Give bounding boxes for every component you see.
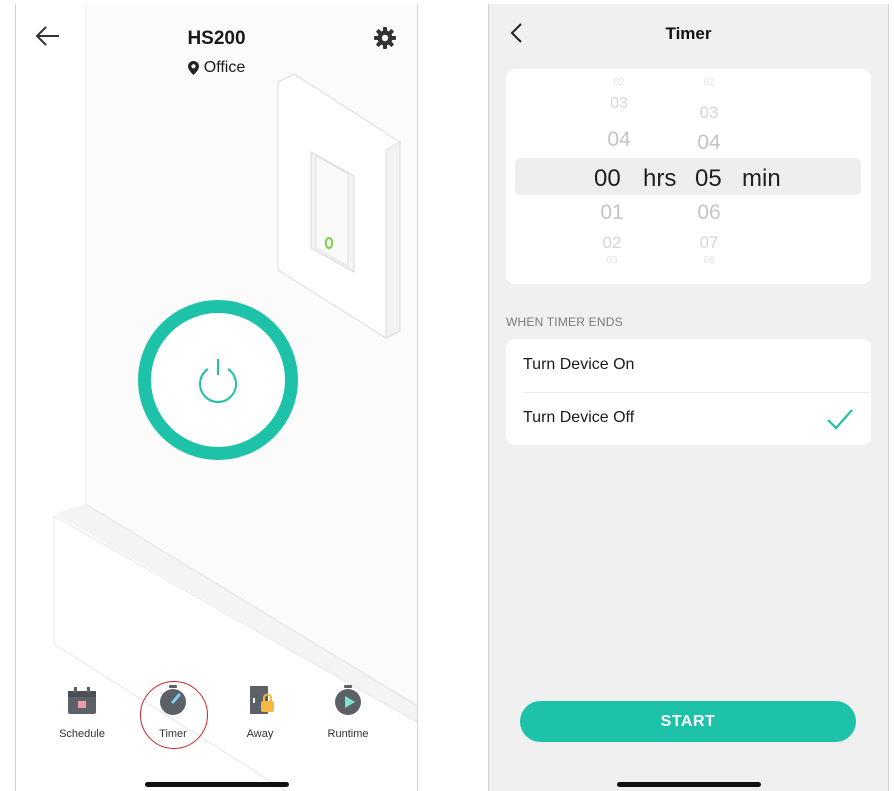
minutes-option[interactable]: 07 [684,233,734,253]
away-label: Away [246,728,274,740]
feature-toolbar: Schedule Timer Away Runtime [16,684,417,754]
schedule-label: Schedule [59,728,105,740]
hours-option[interactable]: 02 [587,233,637,253]
calendar-icon [68,687,96,714]
runtime-label: Runtime [327,728,369,740]
home-indicator [145,782,289,787]
minutes-selected[interactable]: 05 [695,165,722,193]
timer-end-section-label: WHEN TIMER ENDS [506,315,623,329]
minutes-option[interactable]: 02 [684,77,734,88]
away-icon [250,686,274,714]
hours-option[interactable]: 03 [587,255,637,266]
timer-end-options: Turn Device On Turn Device Off [506,339,871,445]
hours-selected[interactable]: 00 [594,165,621,193]
hours-option[interactable]: 02 [594,77,644,88]
minutes-option[interactable]: 03 [684,103,734,123]
minutes-option[interactable]: 04 [684,131,734,155]
minutes-option[interactable]: 06 [684,201,734,225]
minutes-option[interactable]: 08 [684,255,734,266]
option-label: Turn Device Off [523,409,635,426]
option-label: Turn Device On [523,356,635,373]
picker-selection-band [515,158,861,195]
time-picker[interactable]: 02 03 04 00 hrs 01 02 03 02 03 04 05 min… [506,69,871,284]
away-tab[interactable]: Away [220,684,300,740]
hours-option[interactable]: 01 [587,201,637,225]
minutes-unit: min [742,165,781,192]
power-toggle-button[interactable] [138,300,298,460]
device-title: HS200 [187,28,246,49]
page-title: Timer [665,24,712,43]
hours-unit: hrs [643,165,677,192]
timer-screen: Timer 02 03 04 00 hrs 01 02 03 02 03 04 … [488,4,889,791]
checkmark-icon [827,409,853,430]
start-button[interactable]: START [520,701,856,742]
runtime-icon [335,685,361,715]
turn-device-off-option[interactable]: Turn Device Off [506,392,871,445]
settings-gear-icon[interactable] [373,26,397,50]
power-icon [199,359,237,403]
location-label: Office [203,59,246,76]
runtime-tab[interactable]: Runtime [308,684,388,740]
schedule-tab[interactable]: Schedule [42,684,122,740]
turn-device-on-option[interactable]: Turn Device On [506,339,871,392]
device-location: Office [16,59,417,77]
location-pin-icon [187,61,199,75]
timer-highlight-ring [140,681,208,749]
home-indicator [617,782,761,787]
hours-option[interactable]: 04 [594,128,644,152]
hours-option[interactable]: 03 [594,95,644,113]
device-control-screen: HS200 Office Schedule Timer Away Runtime [15,4,418,791]
